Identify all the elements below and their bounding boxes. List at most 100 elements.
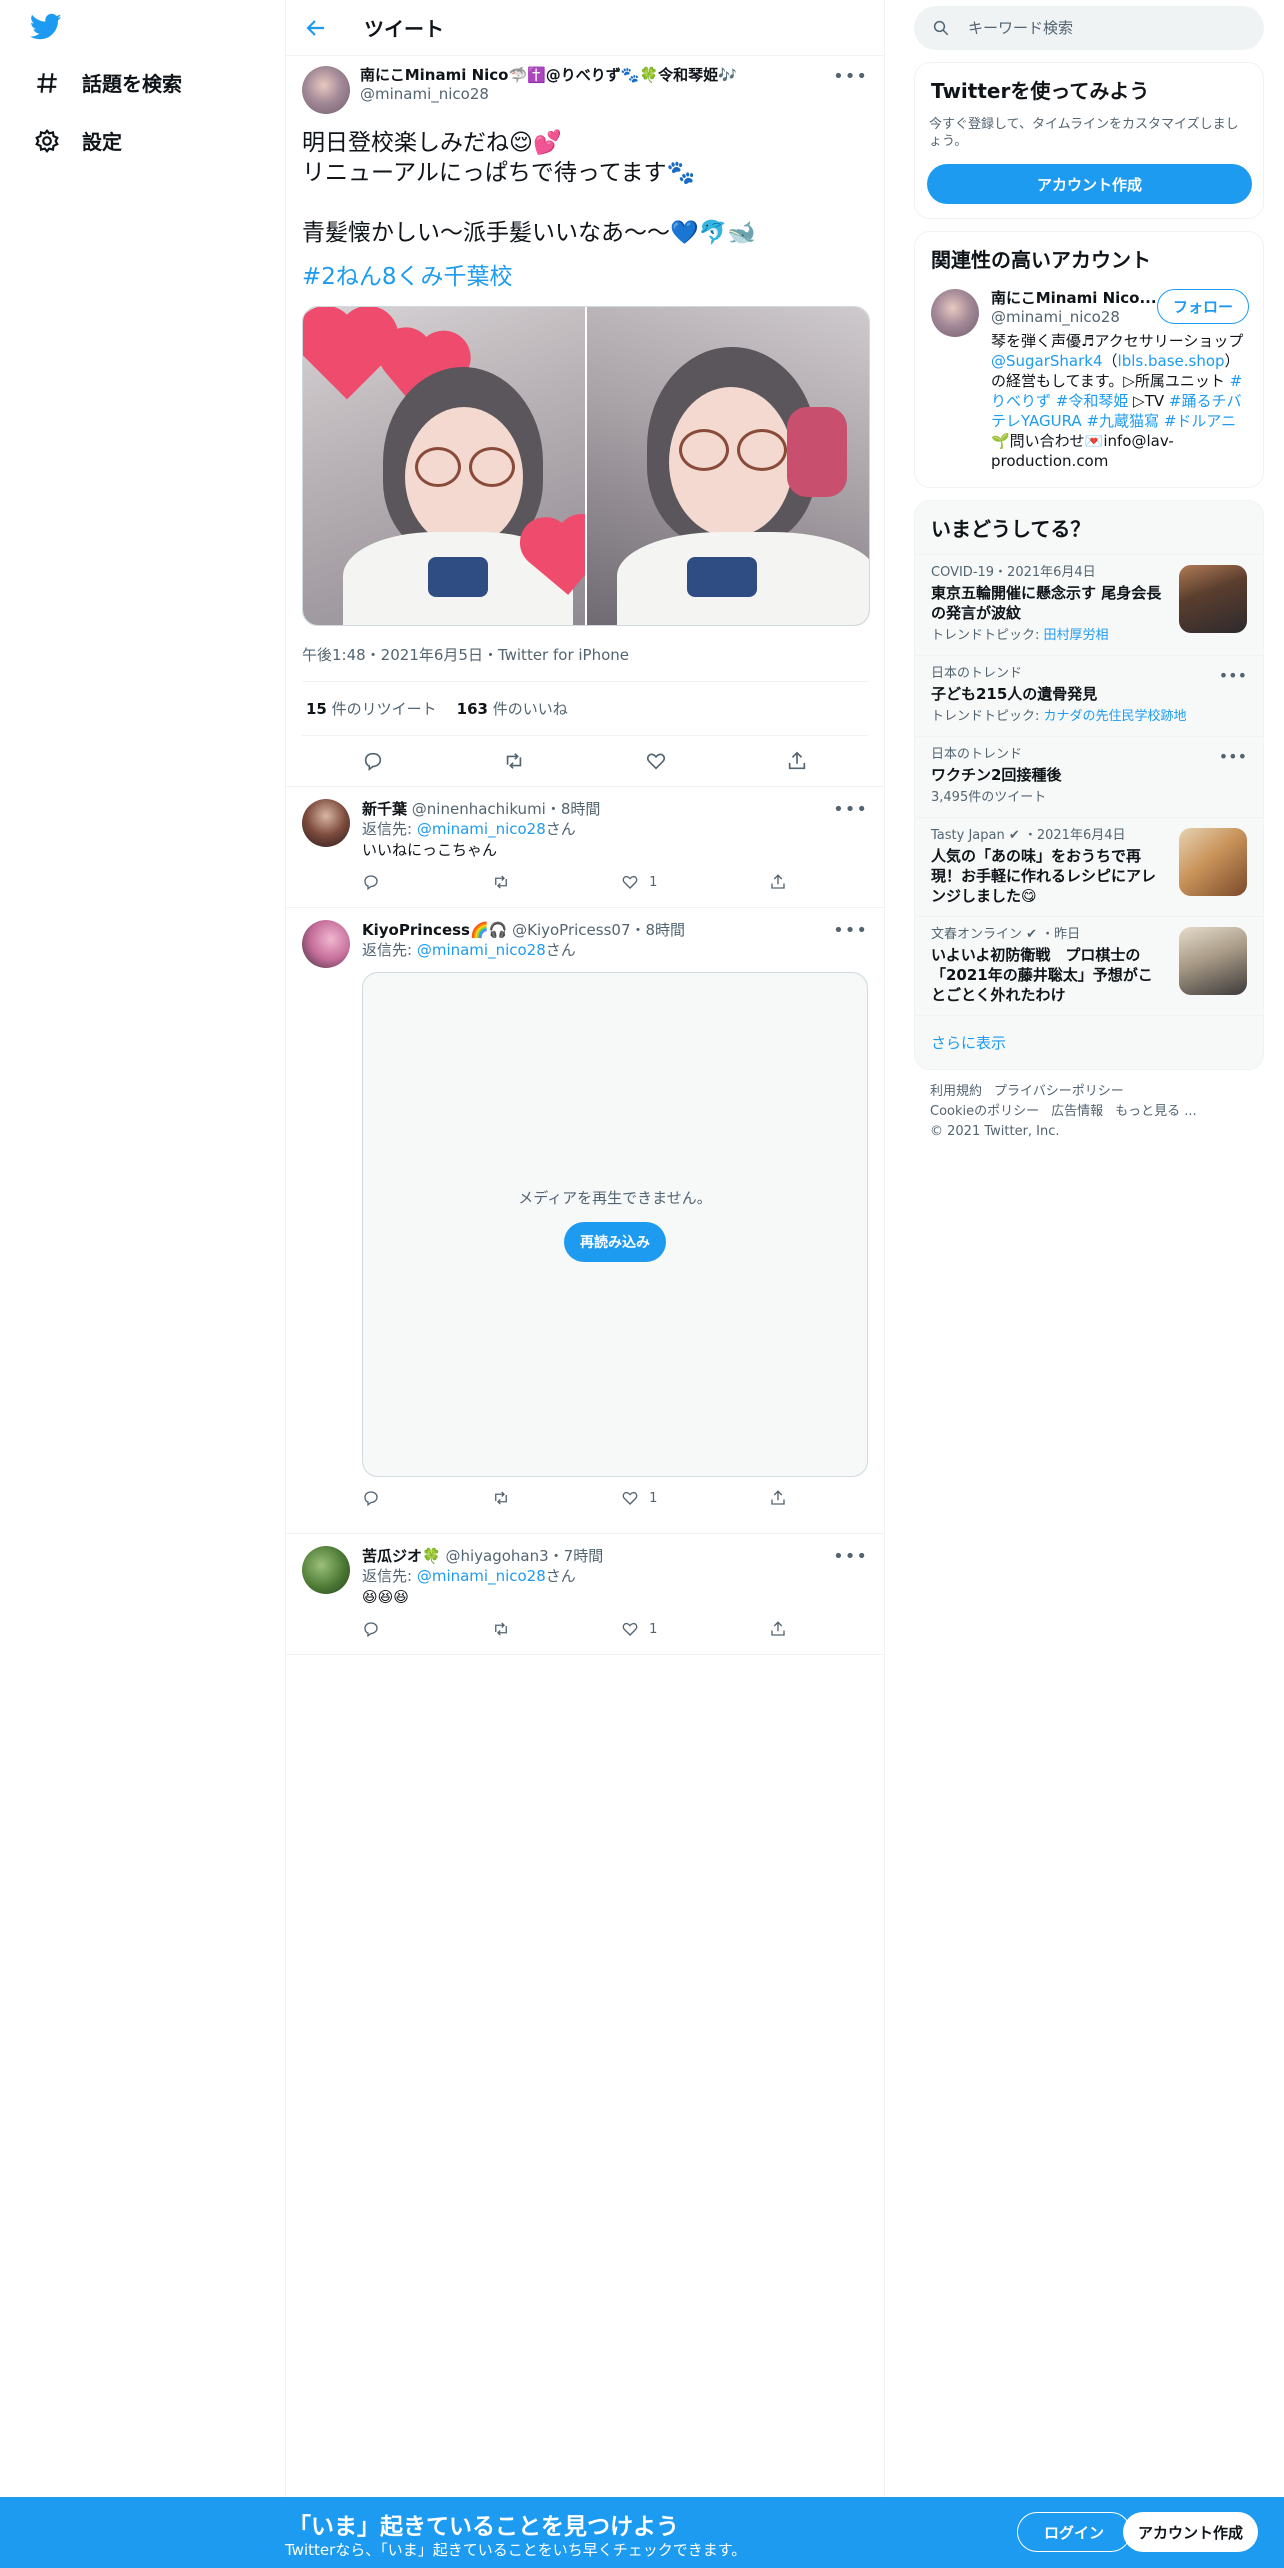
trend-item[interactable]: 日本のトレンド ワクチン2回接種後 3,495件のツイート •••: [915, 736, 1263, 817]
reply-tweet[interactable]: 苦瓜ジオ🍀 @hiyagohan3・7時間 返信先: @minami_nico2…: [286, 1534, 884, 1655]
retweet-stat[interactable]: 15 件のリツイート: [306, 698, 437, 719]
bio-hashtag[interactable]: #ドルアニ: [1164, 412, 1236, 430]
related-account[interactable]: 南にこMinami Nico... @minami_nico28 琴を弾く声優♬…: [915, 285, 1263, 487]
reply-avatar[interactable]: [302, 1546, 350, 1594]
search-bar[interactable]: [914, 6, 1264, 50]
retweet-button[interactable]: [492, 1489, 510, 1507]
hashtag-icon: [37, 72, 57, 93]
cookie-link[interactable]: Cookieのポリシー: [930, 1104, 1039, 1119]
reply-avatar[interactable]: [302, 920, 350, 968]
bio-link[interactable]: @SugarShark4: [991, 352, 1103, 370]
more-options-icon[interactable]: •••: [833, 920, 868, 941]
bio-hashtag[interactable]: #九蔵猫寫: [1086, 412, 1159, 430]
twitter-logo-icon[interactable]: [30, 13, 62, 41]
trend-thumbnail: [1179, 927, 1247, 995]
author-name[interactable]: 南にこMinami Nico🦈✝️@りべりず🐾🍀令和琴姫🎶: [360, 66, 737, 85]
terms-link[interactable]: 利用規約: [930, 1084, 982, 1099]
gear-icon: [35, 128, 59, 153]
more-options-icon[interactable]: •••: [833, 1546, 868, 1567]
more-options-icon[interactable]: •••: [833, 799, 868, 820]
reply-name[interactable]: 新千葉: [362, 800, 407, 818]
trend-category: 日本のトレンド: [931, 747, 1023, 762]
reply-handle[interactable]: @ninenhachikumi: [412, 800, 546, 818]
trends-title: いまどうしてる？: [931, 517, 1091, 541]
reply-name[interactable]: KiyoPrincess🌈🎧: [362, 921, 507, 939]
search-input[interactable]: [968, 19, 1228, 37]
like-count: 1: [649, 874, 658, 890]
bio-hashtag[interactable]: #令和琴姫: [1056, 392, 1129, 410]
more-options-icon[interactable]: •••: [1219, 747, 1247, 766]
trend-sub-link[interactable]: カナダの先住民学校跡地: [1044, 709, 1187, 724]
trend-item[interactable]: Tasty Japan ✔ ・2021年6月4日 人気の「あの味」をおうちで再現…: [915, 817, 1263, 916]
reply-to-link[interactable]: @minami_nico28: [417, 820, 546, 838]
trend-sub-label: トレンドトピック:: [931, 709, 1044, 724]
share-icon[interactable]: [786, 750, 808, 772]
retweet-icon[interactable]: [503, 750, 525, 772]
share-button[interactable]: [769, 1489, 787, 1507]
left-nav: 話題を検索 設定: [0, 0, 285, 2568]
bio-link[interactable]: lbls.base.shop: [1118, 352, 1225, 370]
reply-time[interactable]: ・8時間: [631, 921, 686, 939]
author-handle[interactable]: @minami_nico28: [360, 85, 737, 104]
like-icon[interactable]: [645, 750, 667, 772]
nav-settings[interactable]: 設定: [34, 126, 122, 155]
tweet-photo-1[interactable]: [303, 307, 585, 625]
reply-icon: [364, 1622, 378, 1638]
share-button[interactable]: [769, 1620, 787, 1638]
bio-text: （: [1102, 352, 1118, 370]
reply-button[interactable]: [362, 1489, 380, 1507]
nav-explore-label: 話題を検索: [82, 72, 182, 96]
privacy-link[interactable]: プライバシーポリシー: [994, 1084, 1124, 1099]
share-button[interactable]: [769, 873, 787, 891]
reply-name[interactable]: 苦瓜ジオ🍀: [362, 1547, 441, 1565]
reply-tweet[interactable]: KiyoPrincess🌈🎧 @KiyoPricess07・8時間 返信先: @…: [286, 908, 884, 1534]
back-arrow-icon[interactable]: [304, 16, 328, 40]
media-grid: [302, 306, 870, 626]
like-button[interactable]: 1: [621, 873, 657, 891]
nav-explore[interactable]: 話題を検索: [34, 68, 182, 97]
follow-button[interactable]: フォロー: [1156, 289, 1249, 324]
signup-card-title: Twitterを使ってみよう: [931, 79, 1150, 103]
reply-time[interactable]: ・8時間: [546, 800, 601, 818]
tweet-hashtag[interactable]: #2ねん8くみ千葉校: [302, 262, 868, 292]
like-button[interactable]: 1: [621, 1620, 657, 1638]
right-sidebar: Twitterを使ってみよう 今すぐ登録して、タイムラインをカスタマイズしましょ…: [914, 0, 1264, 1154]
more-options-icon[interactable]: •••: [1219, 666, 1247, 685]
like-count: 1: [649, 1490, 658, 1506]
trend-sub-link[interactable]: 田村厚労相: [1044, 628, 1109, 643]
trend-item[interactable]: 日本のトレンド 子ども215人の遺骨発見 トレンドトピック: カナダの先住民学校…: [915, 655, 1263, 736]
author-avatar[interactable]: [302, 66, 350, 114]
like-button[interactable]: 1: [621, 1489, 657, 1507]
retweet-button[interactable]: [492, 1620, 510, 1638]
reply-handle[interactable]: @KiyoPricess07: [512, 921, 630, 939]
reply-time[interactable]: ・7時間: [549, 1547, 604, 1565]
more-link[interactable]: もっと見る ...: [1115, 1104, 1197, 1119]
reply-icon[interactable]: [362, 750, 384, 772]
reply-avatar[interactable]: [302, 799, 350, 847]
tweet-photo-2[interactable]: [587, 307, 869, 625]
tweet-meta[interactable]: 午後1:48・2021年6月5日・Twitter for iPhone: [302, 644, 868, 682]
trend-sub-label: トレンドトピック:: [931, 628, 1044, 643]
retweet-button[interactable]: [492, 873, 510, 891]
nav-settings-label: 設定: [82, 130, 122, 154]
trend-item[interactable]: 文春オンライン ✔ ・昨日 いよいよ初防衛戦 プロ棋士の「2021年の藤井聡太」…: [915, 916, 1263, 1015]
related-avatar[interactable]: [931, 289, 979, 337]
login-button[interactable]: ログイン: [1017, 2512, 1131, 2552]
more-options-icon[interactable]: •••: [833, 66, 868, 87]
create-account-button[interactable]: アカウント作成: [927, 164, 1252, 204]
reply-to-link[interactable]: @minami_nico28: [417, 941, 546, 959]
like-stat[interactable]: 163 件のいいね: [457, 698, 568, 719]
show-more-link[interactable]: さらに表示: [915, 1015, 1263, 1069]
tweet-text: 明日登校楽しみだね😌💕 リニューアルにっぱちで待ってます🐾 青髪懐かしい〜派手髪いい…: [302, 128, 868, 248]
reply-button[interactable]: [362, 873, 380, 891]
reply-tweet[interactable]: 新千葉 @ninenhachikumi・8時間 返信先: @minami_nic…: [286, 787, 884, 908]
search-icon: [933, 20, 949, 36]
reply-button[interactable]: [362, 1620, 380, 1638]
trend-item[interactable]: COVID-19・2021年6月4日 東京五輪開催に懸念示す 尾身会長の発言が波…: [915, 554, 1263, 655]
reload-button[interactable]: 再読み込み: [564, 1222, 666, 1262]
ads-link[interactable]: 広告情報: [1051, 1104, 1103, 1119]
bio-text: ▷TV: [1133, 392, 1165, 410]
signup-button[interactable]: アカウント作成: [1123, 2512, 1258, 2552]
reply-handle[interactable]: @hiyagohan3: [445, 1547, 548, 1565]
reply-to-link[interactable]: @minami_nico28: [417, 1567, 546, 1585]
